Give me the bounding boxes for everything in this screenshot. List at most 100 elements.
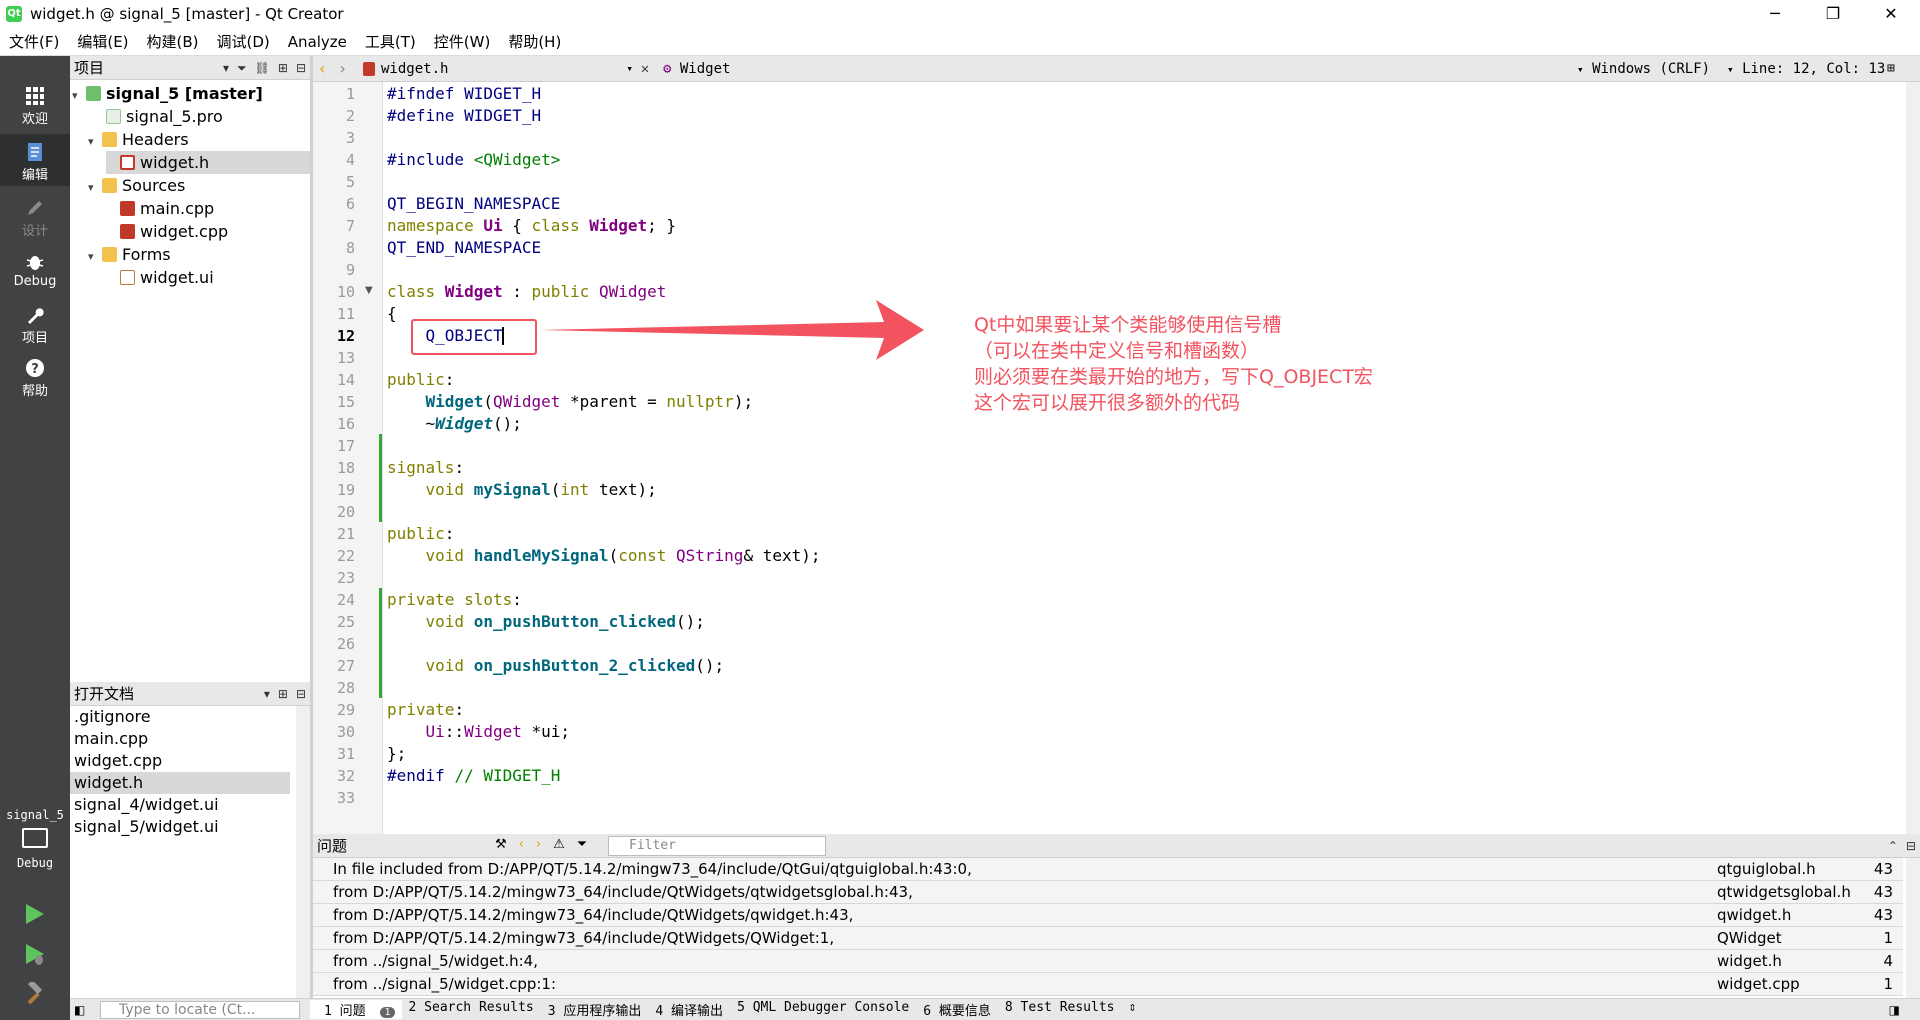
tree-item-forms[interactable]: ▾ Forms xyxy=(88,243,310,266)
editor-toolbar: ‹ › widget.h ▾ ✕ ⚙ Widget ▾ Windows (CRL… xyxy=(313,56,1920,82)
tree-item-main-cpp[interactable]: main.cpp xyxy=(106,197,310,220)
chevron-down-icon[interactable]: ▾ xyxy=(223,61,229,75)
tree-item-sources[interactable]: ▾ Sources xyxy=(88,174,310,197)
open-doc-item[interactable]: .gitignore xyxy=(70,706,290,728)
expand-arrow-icon[interactable]: ▾ xyxy=(88,176,102,199)
open-doc-item[interactable]: widget.h xyxy=(70,772,290,794)
issue-row[interactable]: In file included from D:/APP/QT/5.14.2/m… xyxy=(313,858,1903,881)
menu-tools[interactable]: 工具(T) xyxy=(356,31,425,52)
tree-item-label: widget.cpp xyxy=(140,222,229,241)
tree-item-project[interactable]: ▾ signal_5 [master] xyxy=(72,82,310,105)
open-doc-item[interactable]: widget.cpp xyxy=(70,750,290,772)
build-button[interactable] xyxy=(22,979,46,1010)
menu-debug[interactable]: 调试(D) xyxy=(208,31,279,52)
line-number: 15 xyxy=(336,393,355,411)
split-icon[interactable]: ⊞ xyxy=(278,687,288,701)
menu-help[interactable]: 帮助(H) xyxy=(499,31,570,52)
line-number: 26 xyxy=(336,635,355,653)
issue-row[interactable]: from ../signal_5/widget.cpp:1: widget.cpp… xyxy=(313,973,1903,996)
tab-search-results[interactable]: 2 Search Results xyxy=(402,1000,541,1019)
back-arrow-icon[interactable]: ‹ xyxy=(319,59,325,78)
debug-run-button[interactable] xyxy=(22,942,46,970)
open-doc-item[interactable]: main.cpp xyxy=(70,728,290,750)
minimize-button[interactable]: ─ xyxy=(1746,0,1804,28)
editor-scrollbar[interactable] xyxy=(1906,82,1920,834)
split-icon[interactable]: ⊞ xyxy=(278,61,288,75)
symbol-name: Widget xyxy=(679,60,731,77)
line-number: 23 xyxy=(336,569,355,587)
mode-design[interactable]: 设计 xyxy=(0,190,70,242)
issues-scrollbar[interactable] xyxy=(1906,858,1920,998)
issue-row[interactable]: from D:/APP/QT/5.14.2/mingw73_64/include… xyxy=(313,904,1903,927)
tree-item-label: Forms xyxy=(122,245,171,264)
issue-row[interactable]: from D:/APP/QT/5.14.2/mingw73_64/include… xyxy=(313,927,1903,950)
locator-input[interactable]: Type to locate (Ct... xyxy=(100,1000,300,1019)
tab-application-output[interactable]: 3 应用程序输出 xyxy=(541,1000,649,1019)
open-docs-scrollbar[interactable] xyxy=(296,706,310,998)
tree-item-pro-file[interactable]: signal_5.pro xyxy=(92,105,310,128)
kit-selector[interactable]: signal_5 Debug xyxy=(0,808,70,870)
next-issue-icon[interactable]: › xyxy=(536,837,541,852)
menu-edit[interactable]: 编辑(E) xyxy=(68,31,137,52)
filter-icon[interactable]: ⏷ xyxy=(237,61,247,76)
menu-build[interactable]: 构建(B) xyxy=(138,31,208,52)
expand-arrow-icon[interactable]: ▾ xyxy=(88,245,102,268)
chevron-down-icon[interactable]: ▾ xyxy=(264,687,270,701)
edit-icon xyxy=(24,142,46,162)
tab-general-messages[interactable]: 6 概要信息 xyxy=(916,1000,998,1019)
build-issues-icon[interactable]: ⚒ xyxy=(495,837,507,852)
pencil-icon xyxy=(24,198,46,218)
maximize-button[interactable]: ❐ xyxy=(1804,0,1862,28)
open-doc-item[interactable]: signal_4/widget.ui xyxy=(70,794,290,816)
mode-help[interactable]: ? 帮助 xyxy=(0,350,70,402)
issues-tools: ⚒ ‹ › ⚠ ⏷ xyxy=(495,837,587,852)
close-document-button[interactable]: ✕ xyxy=(633,61,657,77)
filter-icon[interactable]: ⏷ xyxy=(577,837,587,852)
menu-file[interactable]: 文件(F) xyxy=(0,31,68,52)
tree-item-widget-ui[interactable]: widget.ui xyxy=(106,266,310,289)
tab-test-results[interactable]: 8 Test Results xyxy=(998,1000,1122,1019)
mode-debug[interactable]: Debug xyxy=(0,244,70,296)
prev-issue-icon[interactable]: ‹ xyxy=(519,837,524,852)
annotation-line: 则必须要在类最开始的地方，写下Q_OBJECT宏 xyxy=(974,366,1373,388)
code-editor[interactable]: 1 2 3 4 5 6 7 8 9 10 11 12 13 14 15 16 17 18 19 20 21 22 23 24 2… xyxy=(313,82,1920,834)
expand-arrow-icon[interactable]: ▾ xyxy=(88,130,102,153)
issue-row[interactable]: from ../signal_5/widget.h:4, widget.h 4 xyxy=(313,950,1903,973)
maximize-pane-icon[interactable]: ⌃ xyxy=(1888,839,1898,853)
close-window-button[interactable]: ✕ xyxy=(1862,0,1920,28)
issue-row[interactable]: from D:/APP/QT/5.14.2/mingw73_64/include… xyxy=(313,881,1903,904)
line-ending-selector[interactable]: ▾ Windows (CRLF) xyxy=(1577,61,1727,77)
expand-arrow-icon[interactable]: ▾ xyxy=(72,84,86,107)
menu-controls[interactable]: 控件(W) xyxy=(425,31,500,52)
symbol-selector[interactable]: ⚙ Widget xyxy=(657,61,1577,77)
tree-item-headers[interactable]: ▾ Headers xyxy=(88,128,310,151)
link-icon[interactable]: ⛓ xyxy=(255,61,270,75)
warning-filter-icon[interactable]: ⚠ xyxy=(553,837,565,852)
tree-item-widget-h[interactable]: widget.h xyxy=(106,151,310,174)
folder-icon xyxy=(102,132,117,147)
forward-arrow-icon[interactable]: › xyxy=(339,59,345,78)
tab-compile-output[interactable]: 4 编译输出 xyxy=(648,1000,730,1019)
svg-text:?: ? xyxy=(31,362,39,377)
close-pane-icon[interactable]: ⊟ xyxy=(1906,839,1916,853)
mode-edit[interactable]: 编辑 xyxy=(0,134,70,186)
mode-welcome[interactable]: 欢迎 xyxy=(0,78,70,130)
cursor-position[interactable]: ▾ Line: 12, Col: 13 xyxy=(1727,61,1887,77)
tree-item-widget-cpp[interactable]: widget.cpp xyxy=(106,220,310,243)
close-pane-icon[interactable]: ⊟ xyxy=(296,687,306,701)
run-button[interactable] xyxy=(22,902,46,930)
close-pane-icon[interactable]: ⊟ xyxy=(296,61,306,75)
toggle-sidebar-icon[interactable]: ◧ xyxy=(74,1003,85,1017)
tab-qml-debugger[interactable]: 5 QML Debugger Console xyxy=(730,1000,916,1019)
mode-projects[interactable]: 项目 xyxy=(0,297,70,349)
fold-marker-icon[interactable]: ▼ xyxy=(365,285,373,296)
code-line: { xyxy=(387,304,397,323)
split-icon[interactable]: ⊞ xyxy=(1887,61,1895,76)
progress-toggle-icon[interactable]: ◨ xyxy=(1889,1003,1900,1017)
open-doc-item[interactable]: signal_5/widget.ui xyxy=(70,816,290,838)
document-selector[interactable]: widget.h ▾ xyxy=(363,61,633,77)
more-tabs-icon[interactable]: ⇕ xyxy=(1121,1000,1143,1019)
issues-filter-input[interactable]: Filter xyxy=(608,836,826,856)
menu-analyze[interactable]: Analyze xyxy=(279,33,356,51)
tab-issues[interactable]: 1 问题 1 xyxy=(310,1000,402,1019)
